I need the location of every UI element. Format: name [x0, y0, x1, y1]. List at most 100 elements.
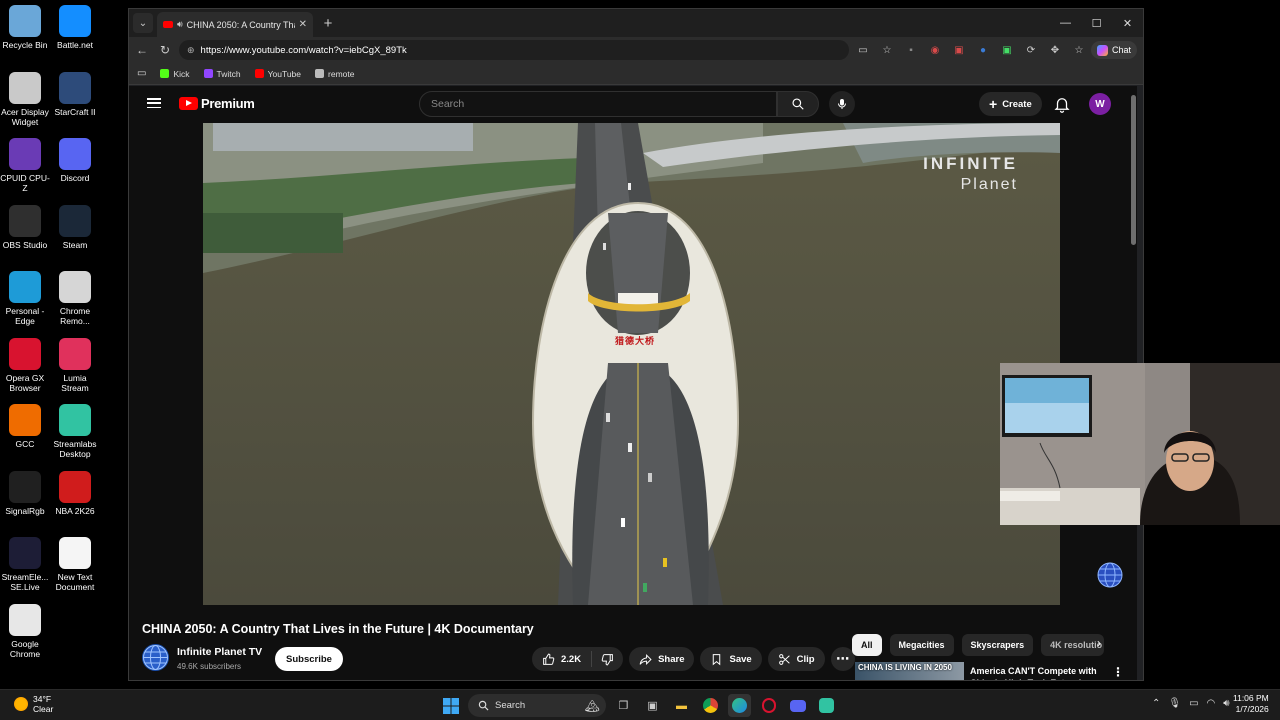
discord-icon[interactable] [786, 694, 809, 717]
back-button[interactable]: ← [133, 41, 151, 59]
clock[interactable]: 11:06 PM 1/7/2026 [1233, 693, 1269, 715]
desktop-icon-label: Lumia Stream [61, 372, 89, 393]
share-button[interactable]: Share [629, 647, 695, 671]
file-explorer-icon[interactable]: ▬ [670, 694, 693, 717]
channel-avatar[interactable] [142, 644, 169, 671]
app-icon[interactable]: ▣ [641, 694, 664, 717]
desktop-icon[interactable]: Personal - Edge [0, 271, 50, 326]
chip-skyscrapers[interactable]: Skyscrapers [961, 634, 1034, 656]
desktop-icon[interactable]: Recycle Bin [0, 5, 50, 50]
minimize-button[interactable]: — [1050, 9, 1081, 37]
chip-4k-resolution[interactable]: 4K resolutio [1041, 634, 1105, 656]
save-label: Save [729, 653, 752, 665]
bridge-sign-text: 猎德大桥 [615, 336, 656, 346]
new-tab-button[interactable]: + [319, 14, 337, 32]
extensions-puzzle-icon[interactable]: ✥ [1047, 42, 1063, 58]
task-view-icon[interactable]: ❐ [612, 694, 635, 717]
kebab-menu-icon[interactable]: ⋮ [1112, 665, 1124, 679]
desktop-icon[interactable]: SignalRgb [0, 470, 50, 516]
hamburger-menu-icon[interactable] [147, 96, 161, 110]
extension-icon[interactable]: ▪ [903, 42, 919, 58]
edge-icon[interactable] [728, 694, 751, 717]
desktop-icon[interactable]: OBS Studio [0, 204, 50, 250]
tab-close-icon[interactable]: ✕ [299, 19, 307, 30]
streamlabs-icon[interactable] [815, 694, 838, 717]
create-button[interactable]: + Create [979, 92, 1042, 116]
clip-button[interactable]: Clip [767, 647, 825, 671]
scrollbar-thumb[interactable] [1131, 95, 1136, 245]
display-icon[interactable]: ▭ [1189, 698, 1198, 709]
desktop-icon[interactable]: Battle.net [50, 5, 100, 50]
microphone-icon [838, 99, 846, 109]
tab-list-button[interactable]: ⌄ [133, 13, 153, 33]
desktop-icon[interactable]: Chrome Remo... [50, 271, 100, 326]
search-highlight-icon: 🏔 [584, 698, 600, 713]
copilot-chat-button[interactable]: Chat [1090, 41, 1137, 59]
desktop-icon[interactable]: NBA 2K26 [50, 470, 100, 516]
bookmark-kick[interactable]: Kick [160, 69, 190, 79]
dislike-button[interactable] [592, 647, 623, 671]
desktop-icon[interactable]: Acer Display Widget [0, 71, 50, 127]
like-button[interactable]: 2.2K [532, 647, 591, 671]
desktop-icon[interactable]: Lumia Stream [50, 337, 100, 393]
desktop-icon[interactable]: Streamlabs Desktop [50, 404, 100, 459]
url-field[interactable]: ⊕ https://www.youtube.com/watch?v=iebCgX… [179, 40, 849, 60]
search-button[interactable] [777, 91, 819, 117]
volume-icon[interactable]: 🔊︎ [1223, 698, 1229, 709]
microphone-icon[interactable]: 🎙︎ [1168, 698, 1181, 709]
favorites-star-icon[interactable]: ☆ [879, 42, 895, 58]
start-button[interactable] [439, 694, 462, 717]
desktop-icon[interactable]: Discord [50, 138, 100, 183]
weather-widget[interactable]: 34°F Clear [14, 694, 53, 714]
desktop-icon[interactable]: StarCraft II [50, 71, 100, 117]
extension-icon[interactable]: ◉ [927, 42, 943, 58]
refresh-extension-icon[interactable]: ⟳ [1023, 42, 1039, 58]
tab-youtube[interactable]: 🔊︎ CHINA 2050: A Country That Lives in t… [157, 12, 313, 37]
youtube-premium-logo[interactable]: Premium [179, 96, 255, 111]
desktop-icon-label: StarCraft II [54, 106, 96, 117]
desktop-icon[interactable]: StreamEle... SE.Live [0, 537, 50, 592]
account-avatar[interactable]: W [1089, 93, 1111, 115]
favorites-icon[interactable]: ☆ [1071, 42, 1087, 58]
desktop-icon[interactable]: CPUID CPU-Z [0, 138, 50, 193]
taskbar-search[interactable]: Search 🏔 [468, 694, 606, 717]
extension-icon[interactable]: ▭ [855, 42, 871, 58]
chip-megacities[interactable]: Megacities [889, 634, 954, 656]
extension-icon[interactable]: ● [975, 42, 991, 58]
maximize-button[interactable]: ☐ [1081, 9, 1112, 37]
bookmark-youtube[interactable]: YouTube [254, 69, 301, 79]
recommendation-title[interactable]: America CAN'T Compete with China's High-… [970, 665, 1104, 680]
desktop-icon-label: Discord [60, 173, 90, 183]
save-button[interactable]: Save [700, 647, 762, 671]
chip-all[interactable]: All [852, 634, 882, 656]
network-icon[interactable]: ◠ [1207, 698, 1216, 709]
bookmark-remote[interactable]: remote [315, 69, 354, 79]
subscribe-button[interactable]: Subscribe [275, 647, 343, 671]
desktop-icon[interactable]: Google Chrome [0, 603, 50, 659]
bookmark-twitch[interactable]: Twitch [203, 69, 241, 79]
extension-icon[interactable]: ▣ [999, 42, 1015, 58]
chevron-right-icon[interactable]: › [1097, 636, 1101, 650]
recommendation-thumbnail[interactable]: CHINA IS LIVING IN 2050 [855, 662, 964, 680]
search-icon [792, 98, 804, 110]
desktop-icon[interactable]: GCC [0, 404, 50, 449]
extension-icon[interactable]: ▣ [951, 42, 967, 58]
close-window-button[interactable]: ✕ [1112, 9, 1143, 37]
show-hidden-icons-chevron-icon[interactable]: ⌃ [1152, 698, 1160, 709]
search-input[interactable]: Search [419, 91, 777, 117]
copilot-icon [1096, 44, 1108, 56]
desktop-icon[interactable]: Steam [50, 204, 100, 250]
voice-search-button[interactable] [829, 91, 855, 117]
site-info-icon[interactable]: ⊕ [187, 45, 195, 56]
speaker-icon[interactable]: 🔊︎ [177, 19, 183, 30]
channel-name[interactable]: Infinite Planet TV [177, 646, 262, 658]
chrome-icon[interactable] [699, 694, 722, 717]
tab-title: CHINA 2050: A Country That Lives in the … [186, 19, 295, 30]
refresh-button[interactable]: ↻ [156, 41, 174, 59]
video-player[interactable]: INFINITE Planet 猎德大桥 [203, 123, 1060, 605]
desktop-icon[interactable]: New Text Document [50, 537, 100, 592]
reading-list-icon[interactable]: ▭ [137, 68, 146, 79]
opera-gx-icon[interactable] [757, 694, 780, 717]
notifications-bell-icon[interactable] [1053, 95, 1071, 113]
desktop-icon[interactable]: Opera GX Browser [0, 337, 50, 393]
